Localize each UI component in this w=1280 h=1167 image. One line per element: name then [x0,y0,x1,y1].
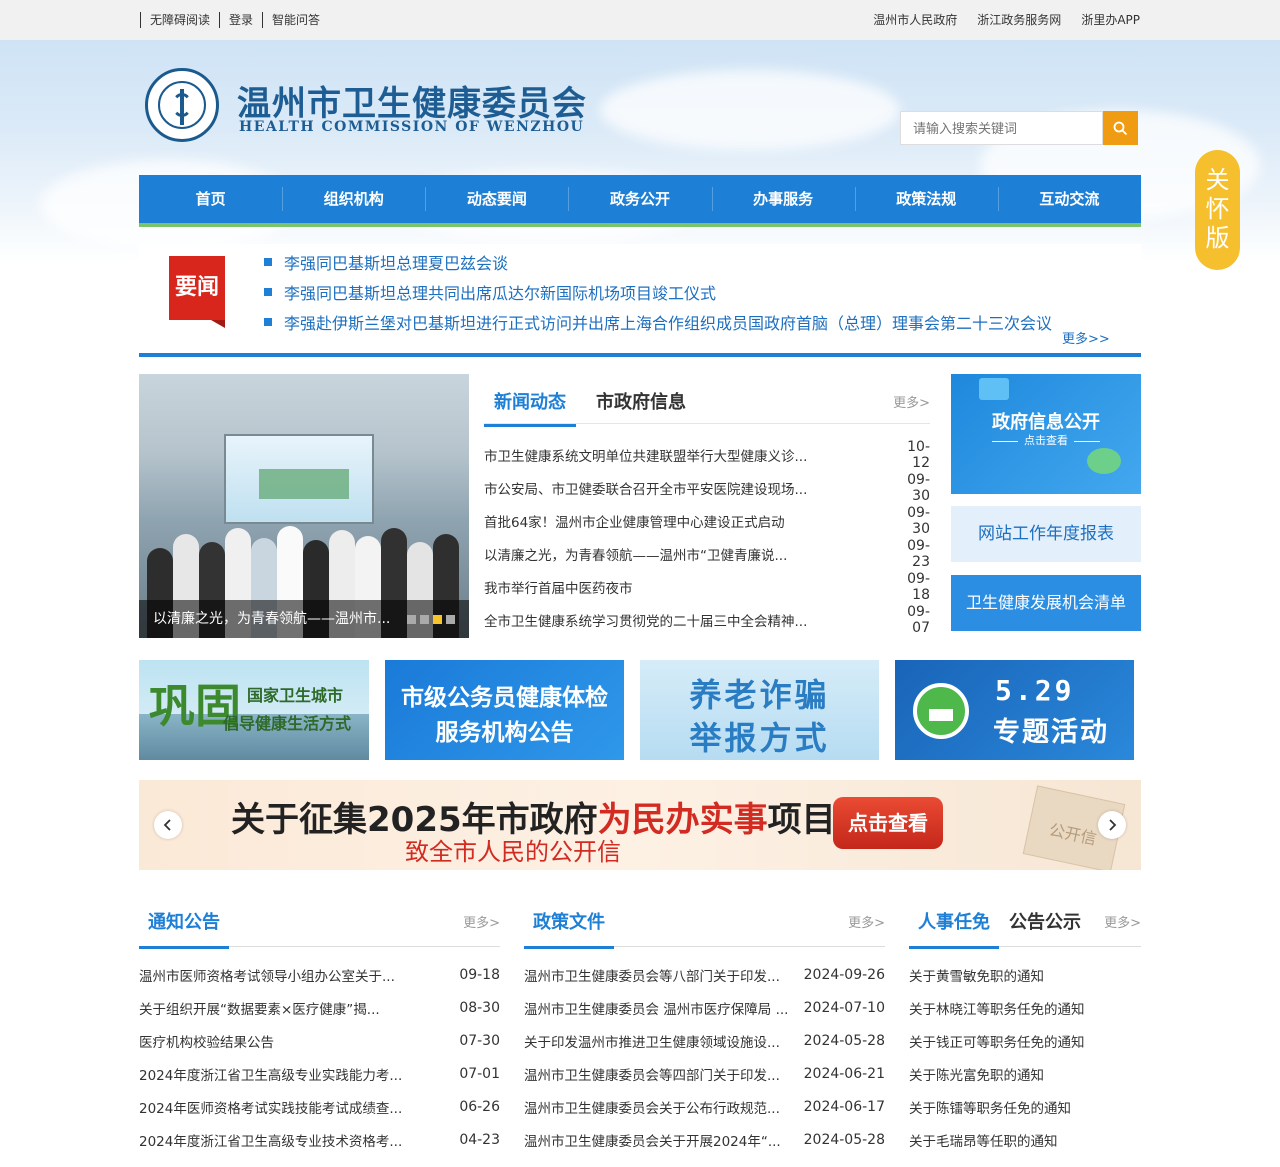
tab-notices[interactable]: 通知公告 [139,908,229,949]
top-bar-right-links: 温州市人民政府 浙江政务服务网 浙里办APP [873,12,1140,28]
news-tabs: 新闻动态 市政府信息 [484,388,686,427]
headline-badge: 要闻 [169,256,225,328]
document-icon [979,378,1009,400]
list-item[interactable]: 市公安局、市卫健委联合召开全市平安医院建设现场... 09-30 [484,471,930,504]
nav-divider [139,223,1141,227]
promo-health-city[interactable]: 巩固 国家卫生城市 倡导健康生活方式 [139,660,369,760]
chat-bubble-icon [1087,448,1121,474]
headline-divider [139,353,1141,357]
list-item[interactable]: 2024年度浙江省卫生高级专业实践能力考... 07-01 [139,1057,500,1090]
list-item[interactable]: 关于陈镭等职务任免的通知 [909,1090,1141,1123]
list-item[interactable]: 温州市卫生健康委员会等八部门关于印发... 2024-09-26 [524,958,885,991]
headline-more-link[interactable]: 更多>> [1062,328,1110,347]
list-item[interactable]: 关于陈光富免职的通知 [909,1057,1141,1090]
carousel-dots [407,615,455,624]
main-nav: 首页 组织机构 动态要闻 政务公开 办事服务 政策法规 互动交流 [139,175,1141,223]
personnel-more-link[interactable]: 更多> [1104,912,1141,931]
news-list: 市卫生健康系统文明单位共建联盟举行大型健康义诊... 10-12 市公安局、市卫健… [484,438,930,636]
annual-report-link[interactable]: 网站工作年度报表 [951,506,1141,562]
tab-personnel[interactable]: 人事任免 [909,908,999,949]
notices-more-link[interactable]: 更多> [463,912,500,931]
carousel-dot[interactable] [407,615,416,624]
view-button[interactable]: 点击查看 [833,797,943,849]
chevron-right-icon [1109,819,1117,831]
top-bar-left-links: 无障碍阅读 登录 智能问答 [140,12,329,28]
tab-policy-docs[interactable]: 政策文件 [524,908,614,949]
nav-home[interactable]: 首页 [139,175,282,223]
gov-info-disclosure-panel[interactable]: 政府信息公开 点击查看 [951,374,1141,494]
smart-qa-link[interactable]: 智能问答 [262,12,329,28]
accessibility-link[interactable]: 无障碍阅读 [140,12,219,28]
list-item[interactable]: 温州市卫生健康委员会关于开展2024年“... 2024-05-28 [524,1123,885,1156]
campaign-logo-icon [913,683,969,739]
policy-column: 政策文件 更多> 温州市卫生健康委员会等八部门关于印发... 2024-09-26… [524,900,885,1156]
promo-529-campaign[interactable]: 5.29 专题活动 [895,660,1134,760]
chevron-left-icon [163,819,171,831]
list-item[interactable]: 关于毛瑞昂等任职的通知 [909,1123,1141,1156]
list-item[interactable]: 2024年医师资格考试实践技能考试成绩查... 06-26 [139,1090,500,1123]
search-input[interactable] [900,111,1103,145]
site-title[interactable]: 温州市卫生健康委员会 [237,76,587,125]
banner-next-button[interactable] [1098,811,1126,839]
banner-prev-button[interactable] [154,811,182,839]
tab-news[interactable]: 新闻动态 [484,388,576,427]
carousel-dot[interactable] [420,615,429,624]
nav-policies[interactable]: 政策法规 [854,175,998,223]
list-item[interactable]: 关于组织开展“数据要素×医疗健康”揭... 08-30 [139,991,500,1024]
bullet-icon [264,288,272,296]
tab-announcements[interactable]: 公告公示 [1009,908,1081,934]
list-item[interactable]: 温州市医师资格考试领导小组办公室关于... 09-18 [139,958,500,991]
notices-column: 通知公告 更多> 温州市医师资格考试领导小组办公室关于... 09-18 关于组织… [139,900,500,1156]
wide-banner[interactable]: 关于征集2025年市政府为民办实事项目 致全市人民的公开信 点击查看 公开信 [139,780,1141,870]
top-bar: 无障碍阅读 登录 智能问答 温州市人民政府 浙江政务服务网 浙里办APP [0,0,1280,40]
list-item[interactable]: 2024年度浙江省卫生高级专业技术资格考... 04-23 [139,1123,500,1156]
bullet-icon [264,318,272,326]
headline-item[interactable]: 李强赴伊斯兰堡对巴基斯坦进行正式访问并出席上海合作组织成员国政府首脑（总理）理事… [264,307,1052,337]
news-box: 新闻动态 市政府信息 更多> 市卫生健康系统文明单位共建联盟举行大型健康义诊..… [484,374,930,638]
bullet-icon [264,258,272,266]
list-item[interactable]: 温州市卫生健康委员会 温州市医疗保障局 ... 2024-07-10 [524,991,885,1024]
list-item[interactable]: 医疗机构校验结果公告 07-30 [139,1024,500,1057]
site-subtitle: HEALTH COMMISSION OF WENZHOU [239,119,585,135]
nav-organization[interactable]: 组织机构 [282,175,425,223]
login-link[interactable]: 登录 [219,12,262,28]
list-item[interactable]: 关于钱正可等职务任免的通知 [909,1024,1141,1057]
list-item[interactable]: 温州市卫生健康委员会关于公布行政规范... 2024-06-17 [524,1090,885,1123]
list-item[interactable]: 温州市卫生健康委员会等四部门关于印发... 2024-06-21 [524,1057,885,1090]
list-item[interactable]: 我市举行首届中医药夜市 09-18 [484,570,930,603]
opportunity-list-link[interactable]: 卫生健康发展机会清单 [951,575,1141,631]
nav-services[interactable]: 办事服务 [711,175,855,223]
zheliban-app-link[interactable]: 浙里办APP [1081,12,1140,28]
promo-elderly-fraud[interactable]: 养老诈骗 举报方式 [640,660,879,760]
list-item[interactable]: 首批64家！温州市企业健康管理中心建设正式启动 09-30 [484,504,930,537]
tab-city-gov-info[interactable]: 市政府信息 [596,388,686,427]
emblem-logo[interactable] [145,68,219,142]
headline-list: 李强同巴基斯坦总理夏巴兹会谈 李强同巴基斯坦总理共同出席瓜达尔新国际机场项目竣工… [264,247,1052,337]
photo-carousel[interactable]: 以清廉之光，为青春领航——温州市... [139,374,469,638]
care-mode-button[interactable]: 关 怀 版 [1195,150,1240,270]
nav-gov-affairs[interactable]: 政务公开 [568,175,711,223]
nav-interaction[interactable]: 互动交流 [997,175,1141,223]
list-item[interactable]: 关于黄雪敏免职的通知 [909,958,1141,991]
search-icon [1113,121,1128,136]
list-item[interactable]: 关于林晓江等职务任免的通知 [909,991,1141,1024]
list-item[interactable]: 以清廉之光，为青春领航——温州市“卫健青廉说... 09-23 [484,537,930,570]
search-box [900,111,1138,145]
nav-news[interactable]: 动态要闻 [425,175,568,223]
city-government-link[interactable]: 温州市人民政府 [873,12,957,28]
search-button[interactable] [1103,111,1138,145]
promo-civil-servant-checkup[interactable]: 市级公务员健康体检 服务机构公告 [385,660,624,760]
list-item[interactable]: 市卫生健康系统文明单位共建联盟举行大型健康义诊... 10-12 [484,438,930,471]
headline-item[interactable]: 李强同巴基斯坦总理共同出席瓜达尔新国际机场项目竣工仪式 [264,277,1052,307]
policy-more-link[interactable]: 更多> [848,912,885,931]
headline-item[interactable]: 李强同巴基斯坦总理夏巴兹会谈 [264,247,1052,277]
news-more-link[interactable]: 更多> [893,392,930,411]
carousel-dot-active[interactable] [433,615,442,624]
list-item[interactable]: 全市卫生健康系统学习贯彻党的二十届三中全会精神... 09-07 [484,603,930,636]
list-item[interactable]: 关于印发温州市推进卫生健康领域设施设... 2024-05-28 [524,1024,885,1057]
zhejiang-service-link[interactable]: 浙江政务服务网 [977,12,1061,28]
carousel-dot[interactable] [446,615,455,624]
personnel-column: 人事任免 公告公示 更多> 关于黄雪敏免职的通知 关于林晓江等职务任免的通知 关… [909,900,1141,1156]
